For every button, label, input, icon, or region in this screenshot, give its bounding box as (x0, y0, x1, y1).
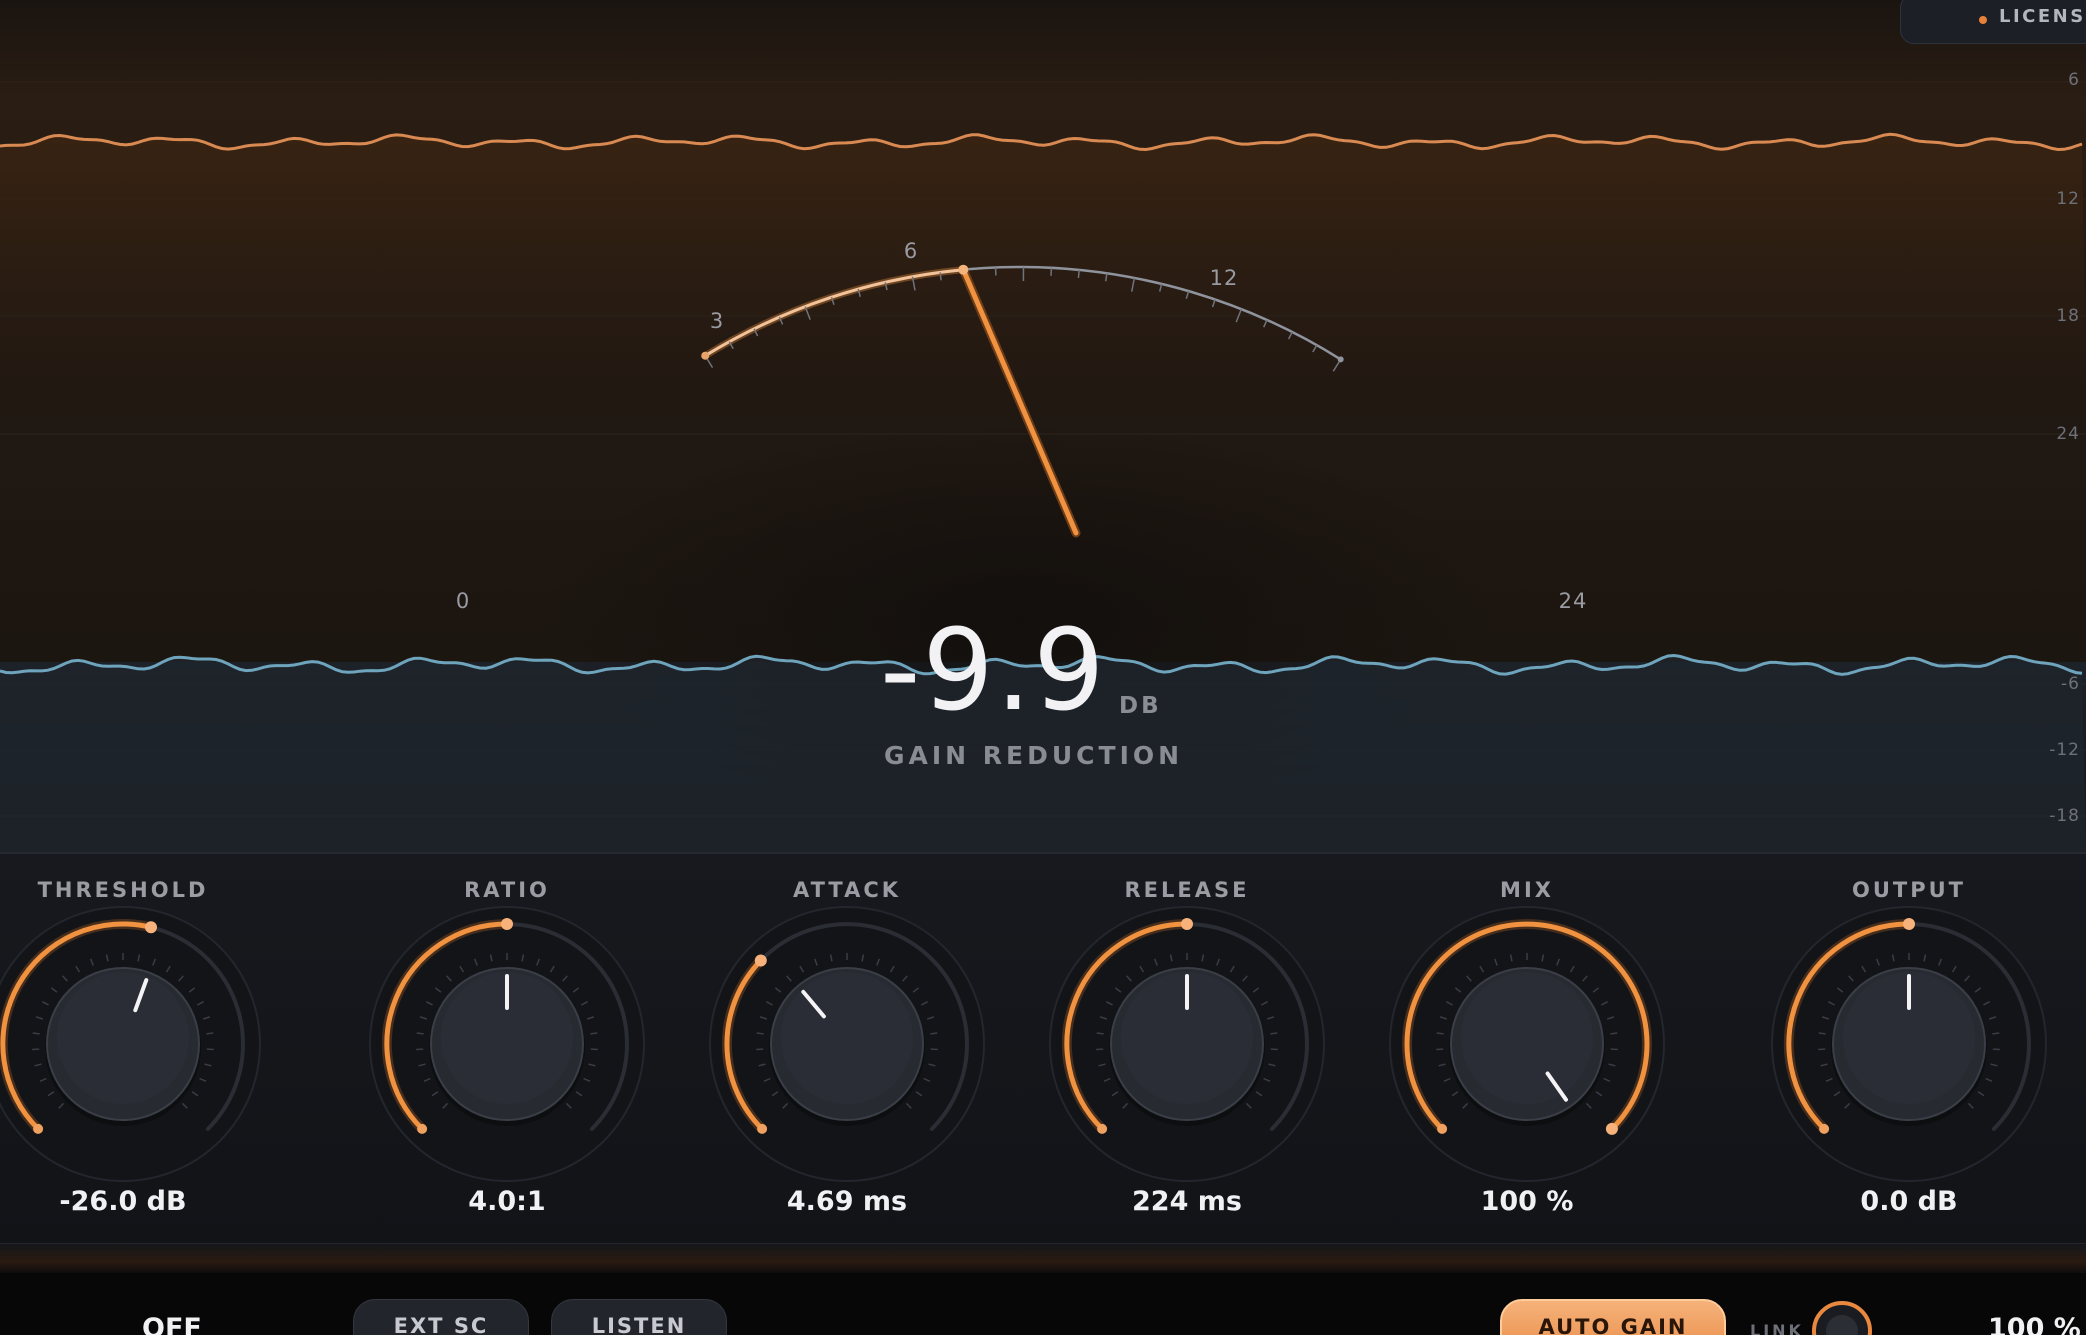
knob-tick (32, 1032, 40, 1035)
release-value[interactable]: 224 ms (1037, 1186, 1337, 1217)
mix-value[interactable]: 100 % (1377, 1186, 1677, 1217)
meter-arc-start-cap (701, 351, 710, 360)
ratio-label: RATIO (464, 878, 550, 902)
scale-label-24: 24 (2056, 424, 2080, 444)
knob-tick (1818, 1032, 1826, 1035)
threshold-label: THRESHOLD (37, 878, 209, 902)
scale-label-12: 12 (2056, 189, 2080, 209)
footer-bar: OFF EXT SC LISTEN AUTO GAIN LINK 100 % (0, 1273, 2086, 1335)
knob-tick (1436, 1032, 1444, 1035)
link-label: LINK (1750, 1321, 1804, 1335)
meter-tick (1077, 269, 1080, 278)
waveform-scope: 6 12 18 24 -6 -12 -18 0 3 6 12 24 -9.9 D… (0, 0, 2086, 852)
listen-button[interactable]: LISTEN (551, 1299, 727, 1335)
knob-arc-end-dot (501, 918, 513, 930)
auto-gain-button[interactable]: AUTO GAIN (1500, 1299, 1726, 1335)
knob-arc-start-dot (417, 1123, 428, 1134)
license-status-dot (1979, 16, 1987, 24)
knob-arc-start-dot (1097, 1123, 1108, 1134)
scale-label-neg18: -18 (2049, 806, 2080, 826)
release-knob[interactable] (1037, 906, 1337, 1186)
threshold-knob[interactable] (0, 906, 273, 1186)
link-knob-cap (1826, 1315, 1858, 1335)
gain-reduction-caption: GAIN REDUCTION (884, 741, 1184, 770)
knob-cap-highlight (1461, 972, 1593, 1104)
knob-arc-start-dot (33, 1123, 44, 1134)
knob-tick (756, 1032, 764, 1035)
footer-glow-divider (0, 1243, 2086, 1274)
output-label: OUTPUT (1852, 878, 1966, 902)
gain-reduction-value: -9.9 (880, 606, 1107, 736)
scale-label-neg6: -6 (2061, 674, 2080, 694)
release-label: RELEASE (1124, 878, 1250, 902)
meter-label-0: 0 (455, 589, 471, 613)
gain-reduction-unit: DB (1119, 693, 1162, 719)
scale-label-6: 6 (2068, 70, 2080, 90)
knob-tick (930, 1032, 938, 1035)
knob-tick (590, 1032, 598, 1035)
meter-needle-tip (958, 264, 969, 275)
threshold-value[interactable]: -26.0 dB (0, 1186, 273, 1217)
knob-arc-end-dot (1903, 918, 1915, 930)
mix-knob[interactable] (1377, 906, 1677, 1186)
link-value[interactable]: 100 % (1988, 1313, 2081, 1335)
controls-panel: THRESHOLD -26.0 dB RATIO 4.0:1 ATTACK 4.… (0, 852, 2086, 1245)
knob-arc-start-dot (1437, 1123, 1448, 1134)
ext-sc-button[interactable]: EXT SC (353, 1299, 529, 1335)
attack-label: ATTACK (792, 878, 902, 902)
knob-arc-end-dot (754, 954, 767, 967)
scale-label-neg12: -12 (2049, 740, 2080, 760)
knob-cap-highlight (57, 972, 189, 1104)
meter-label-12: 12 (1209, 266, 1239, 290)
ratio-knob[interactable] (357, 906, 657, 1186)
knob-arc-end-dot (1181, 918, 1193, 930)
knob-tick (206, 1032, 214, 1035)
output-knob[interactable] (1759, 906, 2059, 1186)
meter-label-6: 6 (903, 239, 919, 263)
license-label: LICENSED (1999, 6, 2086, 27)
knob-tick (1096, 1032, 1104, 1035)
knob-tick (1270, 1032, 1278, 1035)
attack-knob[interactable] (697, 906, 997, 1186)
knob-cap-highlight (781, 972, 913, 1104)
meter-arc-end-cap (1337, 356, 1344, 363)
attack-value[interactable]: 4.69 ms (697, 1186, 997, 1217)
knob-tick (1610, 1032, 1618, 1035)
link-knob[interactable] (1812, 1301, 1872, 1335)
knob-tick (416, 1032, 424, 1035)
meter-label-3: 3 (709, 309, 725, 333)
ratio-value[interactable]: 4.0:1 (357, 1186, 657, 1217)
knob-tick (1992, 1032, 2000, 1035)
output-value[interactable]: 0.0 dB (1759, 1186, 2059, 1217)
knob-arc-end-dot (145, 921, 157, 934)
meter-label-24: 24 (1558, 589, 1588, 613)
mix-label: MIX (1500, 878, 1554, 902)
bypass-toggle[interactable]: OFF (142, 1313, 202, 1335)
plugin-window: 6 12 18 24 -6 -12 -18 0 3 6 12 24 -9.9 D… (0, 0, 2086, 1335)
meter-tick (939, 272, 942, 281)
knob-arc-start-dot (1819, 1123, 1830, 1134)
knob-arc-start-dot (757, 1123, 768, 1134)
scale-label-18: 18 (2056, 306, 2080, 326)
license-badge[interactable]: LICENSED (1900, 0, 2086, 44)
knob-arc-end-dot (1605, 1122, 1618, 1135)
